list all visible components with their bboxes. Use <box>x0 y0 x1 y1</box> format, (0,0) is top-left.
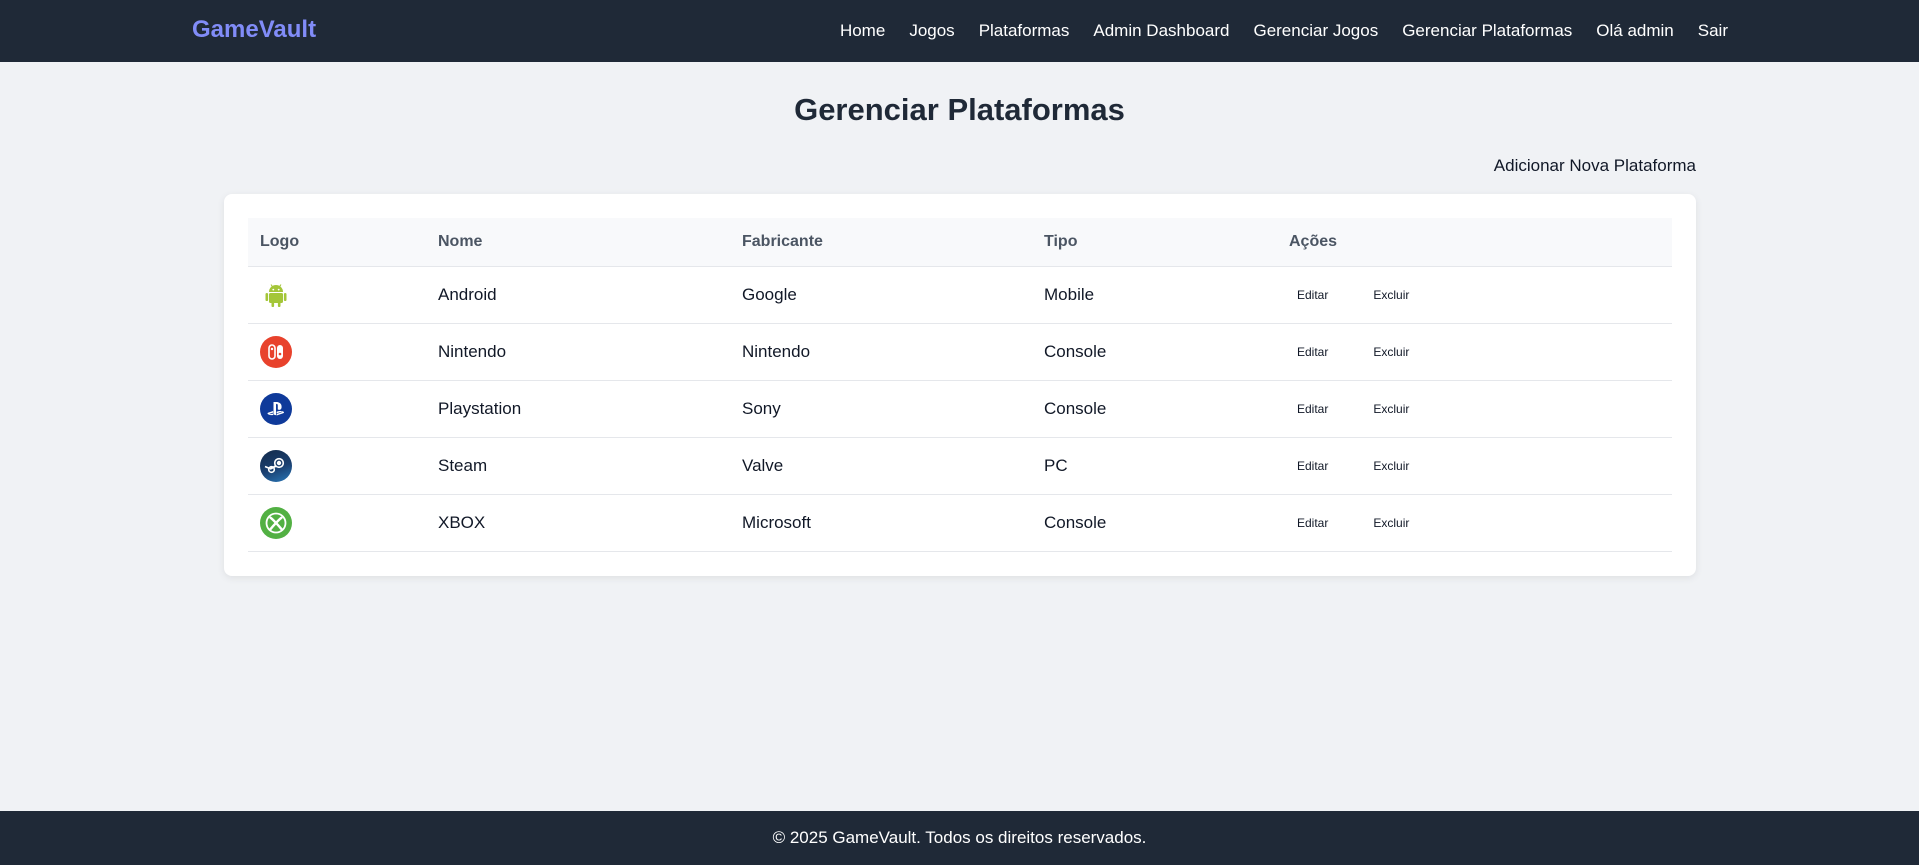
row-tipo: Console <box>1032 323 1277 381</box>
navbar: GameVault Home Jogos Plataformas Admin D… <box>0 0 1919 62</box>
logo-cell <box>248 494 426 552</box>
row-nome: Nintendo <box>426 323 730 381</box>
nav-user-greeting[interactable]: Olá admin <box>1596 21 1673 41</box>
table-row: XBOX Microsoft Console Editar Excluir <box>248 494 1672 552</box>
brand-logo-link[interactable]: GameVault <box>192 16 316 44</box>
row-fabricante: Nintendo <box>730 323 1032 381</box>
header-logo: Logo <box>248 218 426 267</box>
delete-button[interactable]: Excluir <box>1365 341 1417 363</box>
android-icon <box>260 279 292 311</box>
edit-button[interactable]: Editar <box>1289 512 1336 534</box>
row-fabricante: Valve <box>730 437 1032 495</box>
row-nome: Steam <box>426 437 730 495</box>
row-actions: Editar Excluir <box>1277 494 1672 552</box>
nav-home[interactable]: Home <box>840 21 885 41</box>
row-nome: Playstation <box>426 380 730 438</box>
logo-cell <box>248 380 426 438</box>
logo-cell <box>248 437 426 495</box>
edit-button[interactable]: Editar <box>1289 398 1336 420</box>
table-row: Android Google Mobile Editar Excluir <box>248 266 1672 324</box>
header-fabricante: Fabricante <box>730 218 1032 267</box>
playstation-icon <box>260 392 292 425</box>
edit-button[interactable]: Editar <box>1289 455 1336 477</box>
nav-menu: Home Jogos Plataformas Admin Dashboard G… <box>840 0 1728 62</box>
nav-gerenciar-jogos[interactable]: Gerenciar Jogos <box>1253 21 1378 41</box>
row-tipo: Mobile <box>1032 266 1277 324</box>
table-row: Steam Valve PC Editar Excluir <box>248 437 1672 495</box>
row-fabricante: Sony <box>730 380 1032 438</box>
platforms-table: Logo Nome Fabricante Tipo Ações Android … <box>248 218 1672 552</box>
nintendo-switch-icon <box>260 335 292 368</box>
row-actions: Editar Excluir <box>1277 380 1672 438</box>
platforms-card: Logo Nome Fabricante Tipo Ações Android … <box>224 194 1696 576</box>
row-actions: Editar Excluir <box>1277 323 1672 381</box>
delete-button[interactable]: Excluir <box>1365 512 1417 534</box>
footer: © 2025 GameVault. Todos os direitos rese… <box>0 811 1919 865</box>
row-nome: XBOX <box>426 494 730 552</box>
header-nome: Nome <box>426 218 730 267</box>
page-title: Gerenciar Plataformas <box>794 92 1125 127</box>
row-actions: Editar Excluir <box>1277 437 1672 495</box>
nav-admin-dashboard[interactable]: Admin Dashboard <box>1093 21 1229 41</box>
steam-icon <box>260 449 292 482</box>
xbox-icon <box>260 506 292 539</box>
delete-button[interactable]: Excluir <box>1365 284 1417 306</box>
row-tipo: Console <box>1032 380 1277 438</box>
delete-button[interactable]: Excluir <box>1365 455 1417 477</box>
nav-logout[interactable]: Sair <box>1698 21 1728 41</box>
row-actions: Editar Excluir <box>1277 266 1672 324</box>
table-header-row: Logo Nome Fabricante Tipo Ações <box>248 218 1672 267</box>
table-row: Nintendo Nintendo Console Editar Excluir <box>248 323 1672 381</box>
logo-cell <box>248 323 426 381</box>
nav-jogos[interactable]: Jogos <box>909 21 954 41</box>
footer-copyright: © 2025 GameVault. Todos os direitos rese… <box>772 828 1147 847</box>
edit-button[interactable]: Editar <box>1289 341 1336 363</box>
table-row: Playstation Sony Console Editar Excluir <box>248 380 1672 438</box>
header-tipo: Tipo <box>1032 218 1277 267</box>
edit-button[interactable]: Editar <box>1289 284 1336 306</box>
row-fabricante: Microsoft <box>730 494 1032 552</box>
delete-button[interactable]: Excluir <box>1365 398 1417 420</box>
row-tipo: PC <box>1032 437 1277 495</box>
nav-plataformas[interactable]: Plataformas <box>979 21 1070 41</box>
row-nome: Android <box>426 266 730 324</box>
logo-cell <box>248 266 426 324</box>
row-tipo: Console <box>1032 494 1277 552</box>
add-platform-link[interactable]: Adicionar Nova Plataforma <box>1494 156 1696 176</box>
header-acoes: Ações <box>1277 218 1672 267</box>
nav-gerenciar-plataformas[interactable]: Gerenciar Plataformas <box>1402 21 1572 41</box>
row-fabricante: Google <box>730 266 1032 324</box>
